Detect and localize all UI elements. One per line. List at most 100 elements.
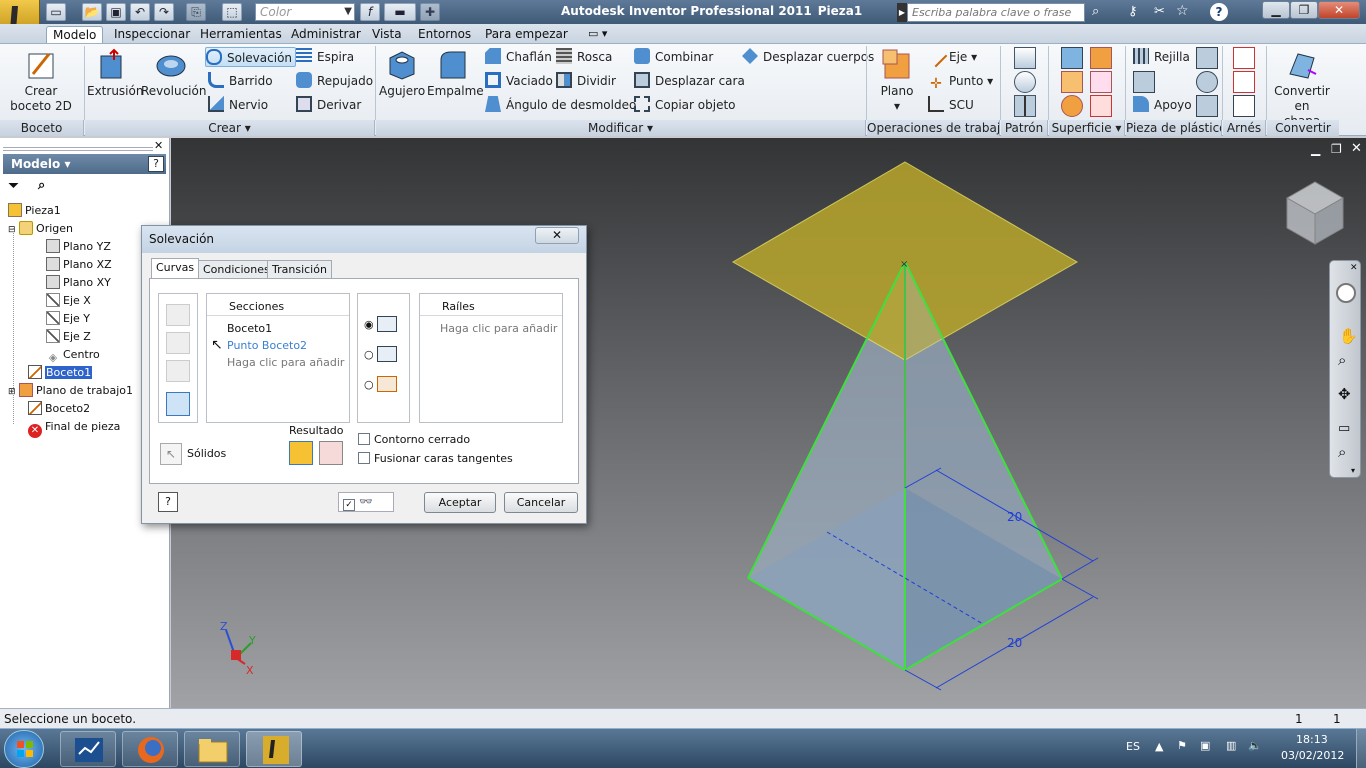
thread-button[interactable]: Rosca bbox=[556, 47, 612, 67]
tree-item-plano-xy[interactable]: Plano XY bbox=[46, 274, 111, 292]
plane-button[interactable]: Plano ▾ bbox=[874, 48, 920, 114]
close-button[interactable]: ✕ bbox=[1318, 1, 1360, 19]
output-surface-icon[interactable] bbox=[319, 441, 343, 465]
ok-button[interactable]: Aceptar bbox=[424, 492, 496, 513]
search-input[interactable]: Escriba palabra clave o frase bbox=[907, 3, 1085, 22]
navbar-menu-icon[interactable]: ▾ bbox=[1351, 466, 1355, 475]
ribbon-options-icon[interactable]: ▭ ▾ bbox=[588, 27, 607, 40]
draft-angle-button[interactable]: Ángulo de desmoldeo bbox=[485, 95, 636, 115]
minimize-button[interactable]: ▁ bbox=[1262, 1, 1290, 19]
rails-list[interactable]: Raíles Haga clic para añadir bbox=[419, 293, 563, 423]
dimension-label[interactable]: 20 bbox=[1007, 636, 1022, 650]
harness-pin-icon[interactable] bbox=[1233, 95, 1255, 117]
dimension-label[interactable]: 20 bbox=[1007, 510, 1022, 524]
tools-icon[interactable]: ✂ bbox=[1154, 4, 1165, 19]
select-icon[interactable]: ⬚ bbox=[222, 3, 242, 21]
tree-item-final-pieza[interactable]: ✕ Final de pieza bbox=[28, 418, 120, 438]
zoom-window-icon[interactable]: ⌕ bbox=[1338, 443, 1346, 461]
panel-crear[interactable]: Crear ▾ bbox=[85, 120, 375, 136]
panel-superficie[interactable]: Superficie ▾ bbox=[1049, 120, 1125, 136]
rest-button[interactable]: Apoyo bbox=[1133, 95, 1192, 115]
tree-item-pieza1[interactable]: Pieza1 bbox=[8, 202, 61, 220]
measure-icon[interactable]: ▬ bbox=[384, 3, 416, 21]
panel-operaciones-trabajo[interactable]: Operaciones de trabajo bbox=[867, 120, 1000, 136]
tree-item-centro[interactable]: ◈ Centro bbox=[46, 346, 100, 364]
show-desktop-button[interactable] bbox=[1356, 729, 1366, 768]
open-icon[interactable]: 📂 bbox=[82, 3, 102, 21]
panel-patron[interactable]: Patrón bbox=[1001, 120, 1048, 136]
zoom-icon[interactable]: ⌕ bbox=[1338, 351, 1346, 369]
redo-icon[interactable]: ↷ bbox=[154, 3, 174, 21]
fx-icon[interactable]: f bbox=[360, 3, 380, 21]
pan-icon[interactable]: ✋ bbox=[1339, 327, 1358, 345]
look-at-icon[interactable]: ▭ bbox=[1338, 421, 1350, 436]
fillet-button[interactable]: Empalme bbox=[427, 48, 484, 99]
mirror-icon[interactable] bbox=[1014, 95, 1036, 117]
tree-item-eje-z[interactable]: Eje Z bbox=[46, 328, 91, 346]
flag-icon[interactable]: ⚑ bbox=[1177, 739, 1187, 752]
tab-inspeccionar[interactable]: Inspeccionar bbox=[108, 26, 196, 43]
sketch-select-icon[interactable] bbox=[166, 304, 190, 326]
grill-button[interactable]: Rejilla bbox=[1133, 47, 1190, 67]
rule-fillet-icon[interactable] bbox=[1196, 71, 1218, 93]
dialog-help-icon[interactable]: ? bbox=[158, 492, 178, 512]
sweep-button[interactable]: Barrido bbox=[208, 71, 273, 91]
shell-button[interactable]: Vaciado bbox=[485, 71, 553, 91]
tab-condiciones[interactable]: Condiciones bbox=[198, 260, 275, 279]
area-loft-option-radio[interactable]: ○ bbox=[364, 376, 398, 392]
snap-fit-icon[interactable] bbox=[1196, 47, 1218, 69]
sketch-select-icon[interactable] bbox=[166, 360, 190, 382]
circular-pattern-icon[interactable] bbox=[1014, 71, 1036, 93]
find-icon[interactable]: ⌕ bbox=[38, 178, 45, 193]
rail-option-radio[interactable]: ◉ bbox=[364, 316, 398, 332]
browser-header[interactable]: Modelo ▾ bbox=[3, 154, 166, 174]
search-expand-icon[interactable]: ▶ bbox=[897, 3, 907, 22]
network-icon[interactable]: ▥ bbox=[1226, 739, 1236, 752]
panel-pieza-plastico[interactable]: Pieza de plástico bbox=[1126, 120, 1222, 136]
chamfer-button[interactable]: Chaflán bbox=[485, 47, 552, 67]
firefox-icon[interactable] bbox=[122, 731, 178, 767]
browser-close-icon[interactable]: ✕ bbox=[154, 139, 163, 152]
tree-item-origen[interactable]: ⊟ Origen bbox=[8, 220, 73, 238]
output-solid-icon[interactable] bbox=[289, 441, 313, 465]
convert-sheet-metal-button[interactable]: Convertir enchapa bbox=[1268, 48, 1336, 129]
tree-item-eje-y[interactable]: Eje Y bbox=[46, 310, 90, 328]
harness-point-icon[interactable] bbox=[1233, 47, 1255, 69]
tab-modelo[interactable]: Modelo bbox=[46, 26, 104, 43]
section-item[interactable]: Punto Boceto2 bbox=[227, 338, 307, 353]
clock-time[interactable]: 18:13 bbox=[1296, 733, 1328, 746]
solids-select-icon[interactable]: ↖ bbox=[160, 443, 182, 465]
undo-icon[interactable]: ↶ bbox=[130, 3, 150, 21]
tray-expand-icon[interactable]: ▲ bbox=[1155, 740, 1163, 753]
section-item[interactable]: Boceto1 bbox=[227, 321, 272, 336]
panel-boceto[interactable]: Boceto bbox=[0, 120, 84, 136]
save-icon[interactable]: ▣ bbox=[106, 3, 126, 21]
clock-date[interactable]: 03/02/2012 bbox=[1281, 749, 1344, 762]
tab-transicion[interactable]: Transición bbox=[267, 260, 332, 279]
copy-object-button[interactable]: Copiar objeto bbox=[634, 95, 736, 115]
return-icon[interactable]: ⎘ bbox=[186, 3, 206, 21]
closed-loop-checkbox[interactable]: Contorno cerrado bbox=[358, 433, 470, 446]
point-button[interactable]: ✛ Punto ▾ bbox=[928, 71, 993, 91]
binoculars-icon[interactable]: ⌕ bbox=[1092, 4, 1099, 19]
tree-item-eje-x[interactable]: Eje X bbox=[46, 292, 91, 310]
view-cube-icon[interactable] bbox=[1285, 181, 1345, 245]
filter-icon[interactable]: ⏷ bbox=[8, 178, 19, 194]
help-icon[interactable]: ? bbox=[1210, 3, 1228, 21]
tree-item-plano-yz[interactable]: Plano YZ bbox=[46, 238, 111, 256]
new-icon[interactable]: ▭ bbox=[46, 3, 66, 21]
stitch-icon[interactable] bbox=[1090, 47, 1112, 69]
rails-add-hint[interactable]: Haga clic para añadir bbox=[440, 321, 557, 336]
rectangular-pattern-icon[interactable] bbox=[1014, 47, 1036, 69]
inventor-taskbar-icon[interactable] bbox=[246, 731, 302, 767]
panel-modificar[interactable]: Modificar ▾ bbox=[376, 120, 866, 136]
create-sketch-button[interactable]: Crear boceto 2D bbox=[10, 48, 72, 114]
browser-help-icon[interactable]: ? bbox=[148, 156, 164, 172]
combine-button[interactable]: Combinar bbox=[634, 47, 713, 67]
sculpt-icon[interactable] bbox=[1061, 71, 1083, 93]
tray-app-icon[interactable]: ▣ bbox=[1200, 739, 1210, 752]
sketch-select-icon[interactable] bbox=[166, 332, 190, 354]
centerline-option-radio[interactable]: ○ bbox=[364, 346, 398, 362]
harness-edit-icon[interactable] bbox=[1233, 71, 1255, 93]
tab-para-empezar[interactable]: Para empezar bbox=[479, 26, 574, 43]
